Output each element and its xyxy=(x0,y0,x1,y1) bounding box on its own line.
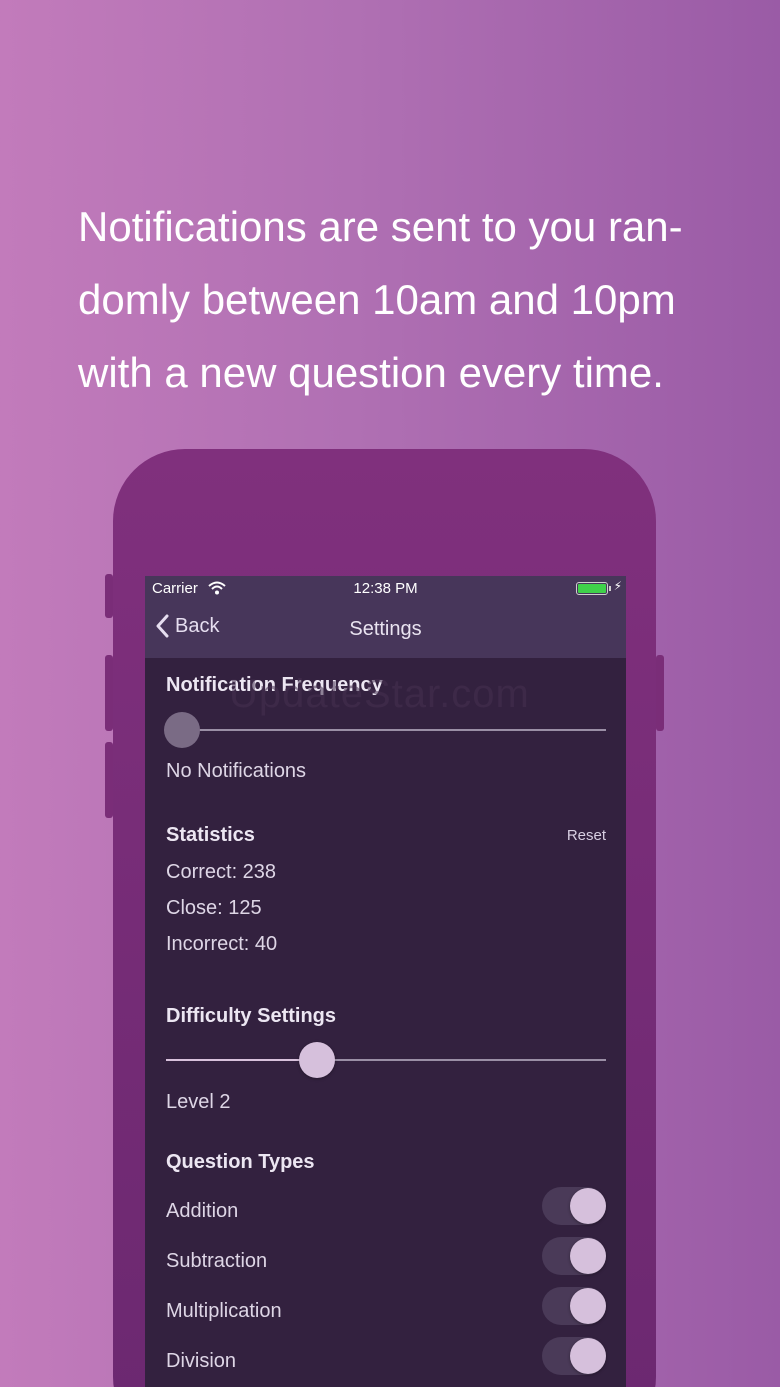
difficulty-title: Difficulty Settings xyxy=(166,1005,337,1027)
reset-statistics-button[interactable]: Reset xyxy=(567,827,606,844)
toggle-knob xyxy=(570,1338,606,1374)
status-time: 12:38 PM xyxy=(353,580,418,597)
promo-caption: Notifications are sent to you ran- domly… xyxy=(78,190,738,409)
status-bar: Carrier 12:38 PM ⚡ xyxy=(145,576,626,602)
battery-level xyxy=(578,584,606,593)
question-type-multiplication-label: Multiplication xyxy=(166,1300,282,1322)
notification-frequency-value: No Notifications xyxy=(166,760,307,782)
multiplication-toggle[interactable] xyxy=(542,1287,606,1325)
notification-frequency-track[interactable] xyxy=(166,729,606,731)
charging-icon: ⚡ xyxy=(613,579,622,593)
stat-close: Close: 125 xyxy=(166,897,262,919)
subtraction-toggle[interactable] xyxy=(542,1237,606,1275)
difficulty-track[interactable] xyxy=(166,1059,606,1061)
navigation-bar: Back Settings xyxy=(145,602,626,658)
question-type-division-label: Division xyxy=(166,1350,237,1372)
stat-incorrect: Incorrect: 40 xyxy=(166,933,278,955)
addition-toggle[interactable] xyxy=(542,1187,606,1225)
page-title: Settings xyxy=(349,618,422,640)
phone-volume-up xyxy=(105,655,113,731)
notification-frequency-title: Notification Frequency xyxy=(166,674,383,696)
phone-volume-down xyxy=(105,742,113,818)
phone-mute-switch xyxy=(105,574,113,618)
notification-frequency-slider-thumb[interactable] xyxy=(164,712,200,748)
division-toggle[interactable] xyxy=(542,1337,606,1375)
difficulty-slider-thumb[interactable] xyxy=(299,1042,335,1078)
toggle-knob xyxy=(570,1288,606,1324)
phone-power-button xyxy=(656,655,664,731)
difficulty-value: Level 2 xyxy=(166,1091,231,1113)
stat-correct: Correct: 238 xyxy=(166,861,277,883)
toggle-knob xyxy=(570,1188,606,1224)
statistics-title: Statistics xyxy=(166,824,255,846)
caption-line-2: domly between 10am and 10pm xyxy=(78,276,676,323)
toggle-knob xyxy=(570,1238,606,1274)
caption-line-1: Notifications are sent to you ran- xyxy=(78,203,683,250)
question-type-addition-label: Addition xyxy=(166,1200,239,1222)
caption-line-3: with a new question every time. xyxy=(78,349,664,396)
battery-tip xyxy=(609,586,611,591)
app-screen: Carrier 12:38 PM ⚡ Back Settings Notific… xyxy=(145,576,626,1387)
question-type-subtraction-label: Subtraction xyxy=(166,1250,268,1272)
battery-icon xyxy=(576,582,608,595)
question-types-title: Question Types xyxy=(166,1151,315,1173)
